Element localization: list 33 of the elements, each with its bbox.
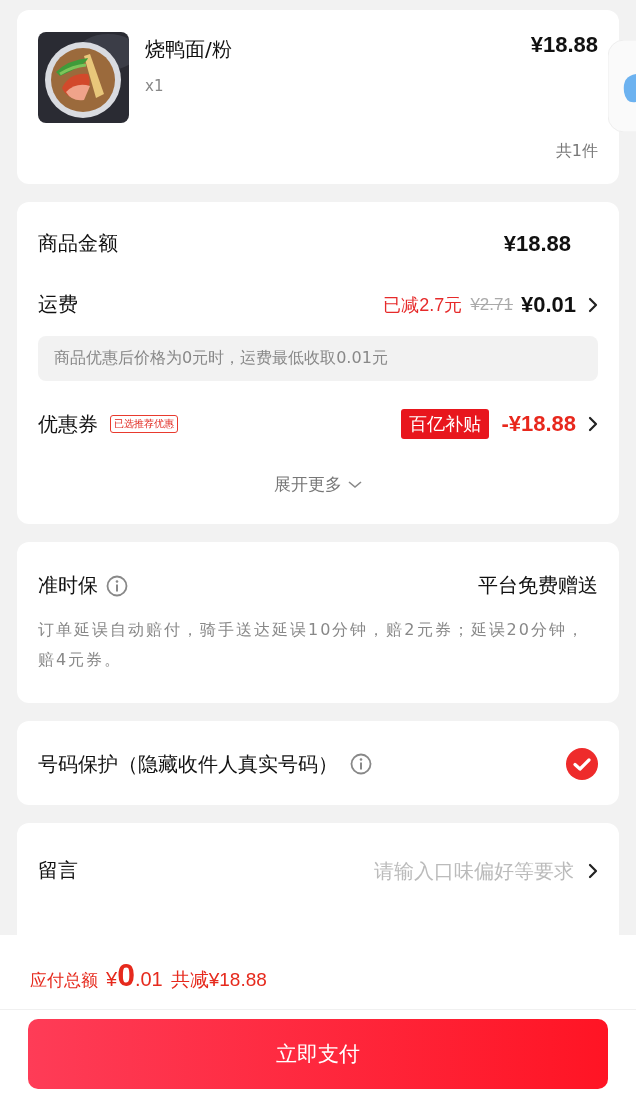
message-field[interactable]: 请输入口味偏好等要求 bbox=[78, 857, 576, 884]
chevron-right-icon bbox=[588, 416, 598, 432]
fee-note: 商品优惠后价格为0元时，运费最低收取0.01元 bbox=[38, 336, 598, 381]
number-protection-label: 号码保护（隐藏收件人真实号码） bbox=[38, 750, 338, 778]
recommended-tag: 已选推荐优惠 bbox=[110, 415, 178, 433]
delivery-fee-label: 运费 bbox=[38, 291, 78, 318]
info-icon[interactable] bbox=[350, 753, 372, 775]
original-fee: ¥2.71 bbox=[470, 294, 513, 315]
subtotal-value: ¥18.88 bbox=[503, 230, 571, 257]
total-label: 应付总额 bbox=[30, 969, 98, 992]
pay-button[interactable]: 立即支付 bbox=[28, 1019, 608, 1089]
product-name: 烧鸭面/粉 bbox=[145, 36, 233, 63]
expand-more-button[interactable]: 展开更多 bbox=[274, 473, 362, 496]
delivery-fee-value: ¥0.01 bbox=[520, 291, 576, 318]
on-time-description: 订单延误自动赔付，骑手送达延误10分钟，赔2元券；延误20分钟，赔4元券。 bbox=[38, 619, 586, 671]
total-savings: 共减¥18.88 bbox=[170, 968, 267, 992]
info-icon[interactable] bbox=[106, 574, 128, 597]
item-count: 共1件 bbox=[555, 141, 598, 162]
chevron-right-icon bbox=[588, 862, 598, 879]
side-widget-icon[interactable] bbox=[608, 40, 636, 132]
subsidy-badge: 百亿补贴 bbox=[401, 409, 490, 439]
coupon-value: -¥18.88 bbox=[501, 411, 576, 437]
subtotal-label: 商品金额 bbox=[38, 230, 118, 257]
message-label: 留言 bbox=[38, 857, 78, 884]
product-quantity: x1 bbox=[145, 77, 165, 95]
checkbox[interactable] bbox=[566, 748, 598, 780]
fee-discount: 已减2.7元 bbox=[383, 293, 463, 317]
on-time-title: 准时保 bbox=[38, 572, 98, 599]
product-price: ¥18.88 bbox=[530, 32, 598, 58]
on-time-value: 平台免费赠送 bbox=[478, 572, 598, 599]
chevron-right-icon bbox=[588, 296, 598, 313]
total-amount: ¥0.01 bbox=[106, 957, 163, 994]
coupon-label: 优惠券 bbox=[38, 410, 98, 438]
